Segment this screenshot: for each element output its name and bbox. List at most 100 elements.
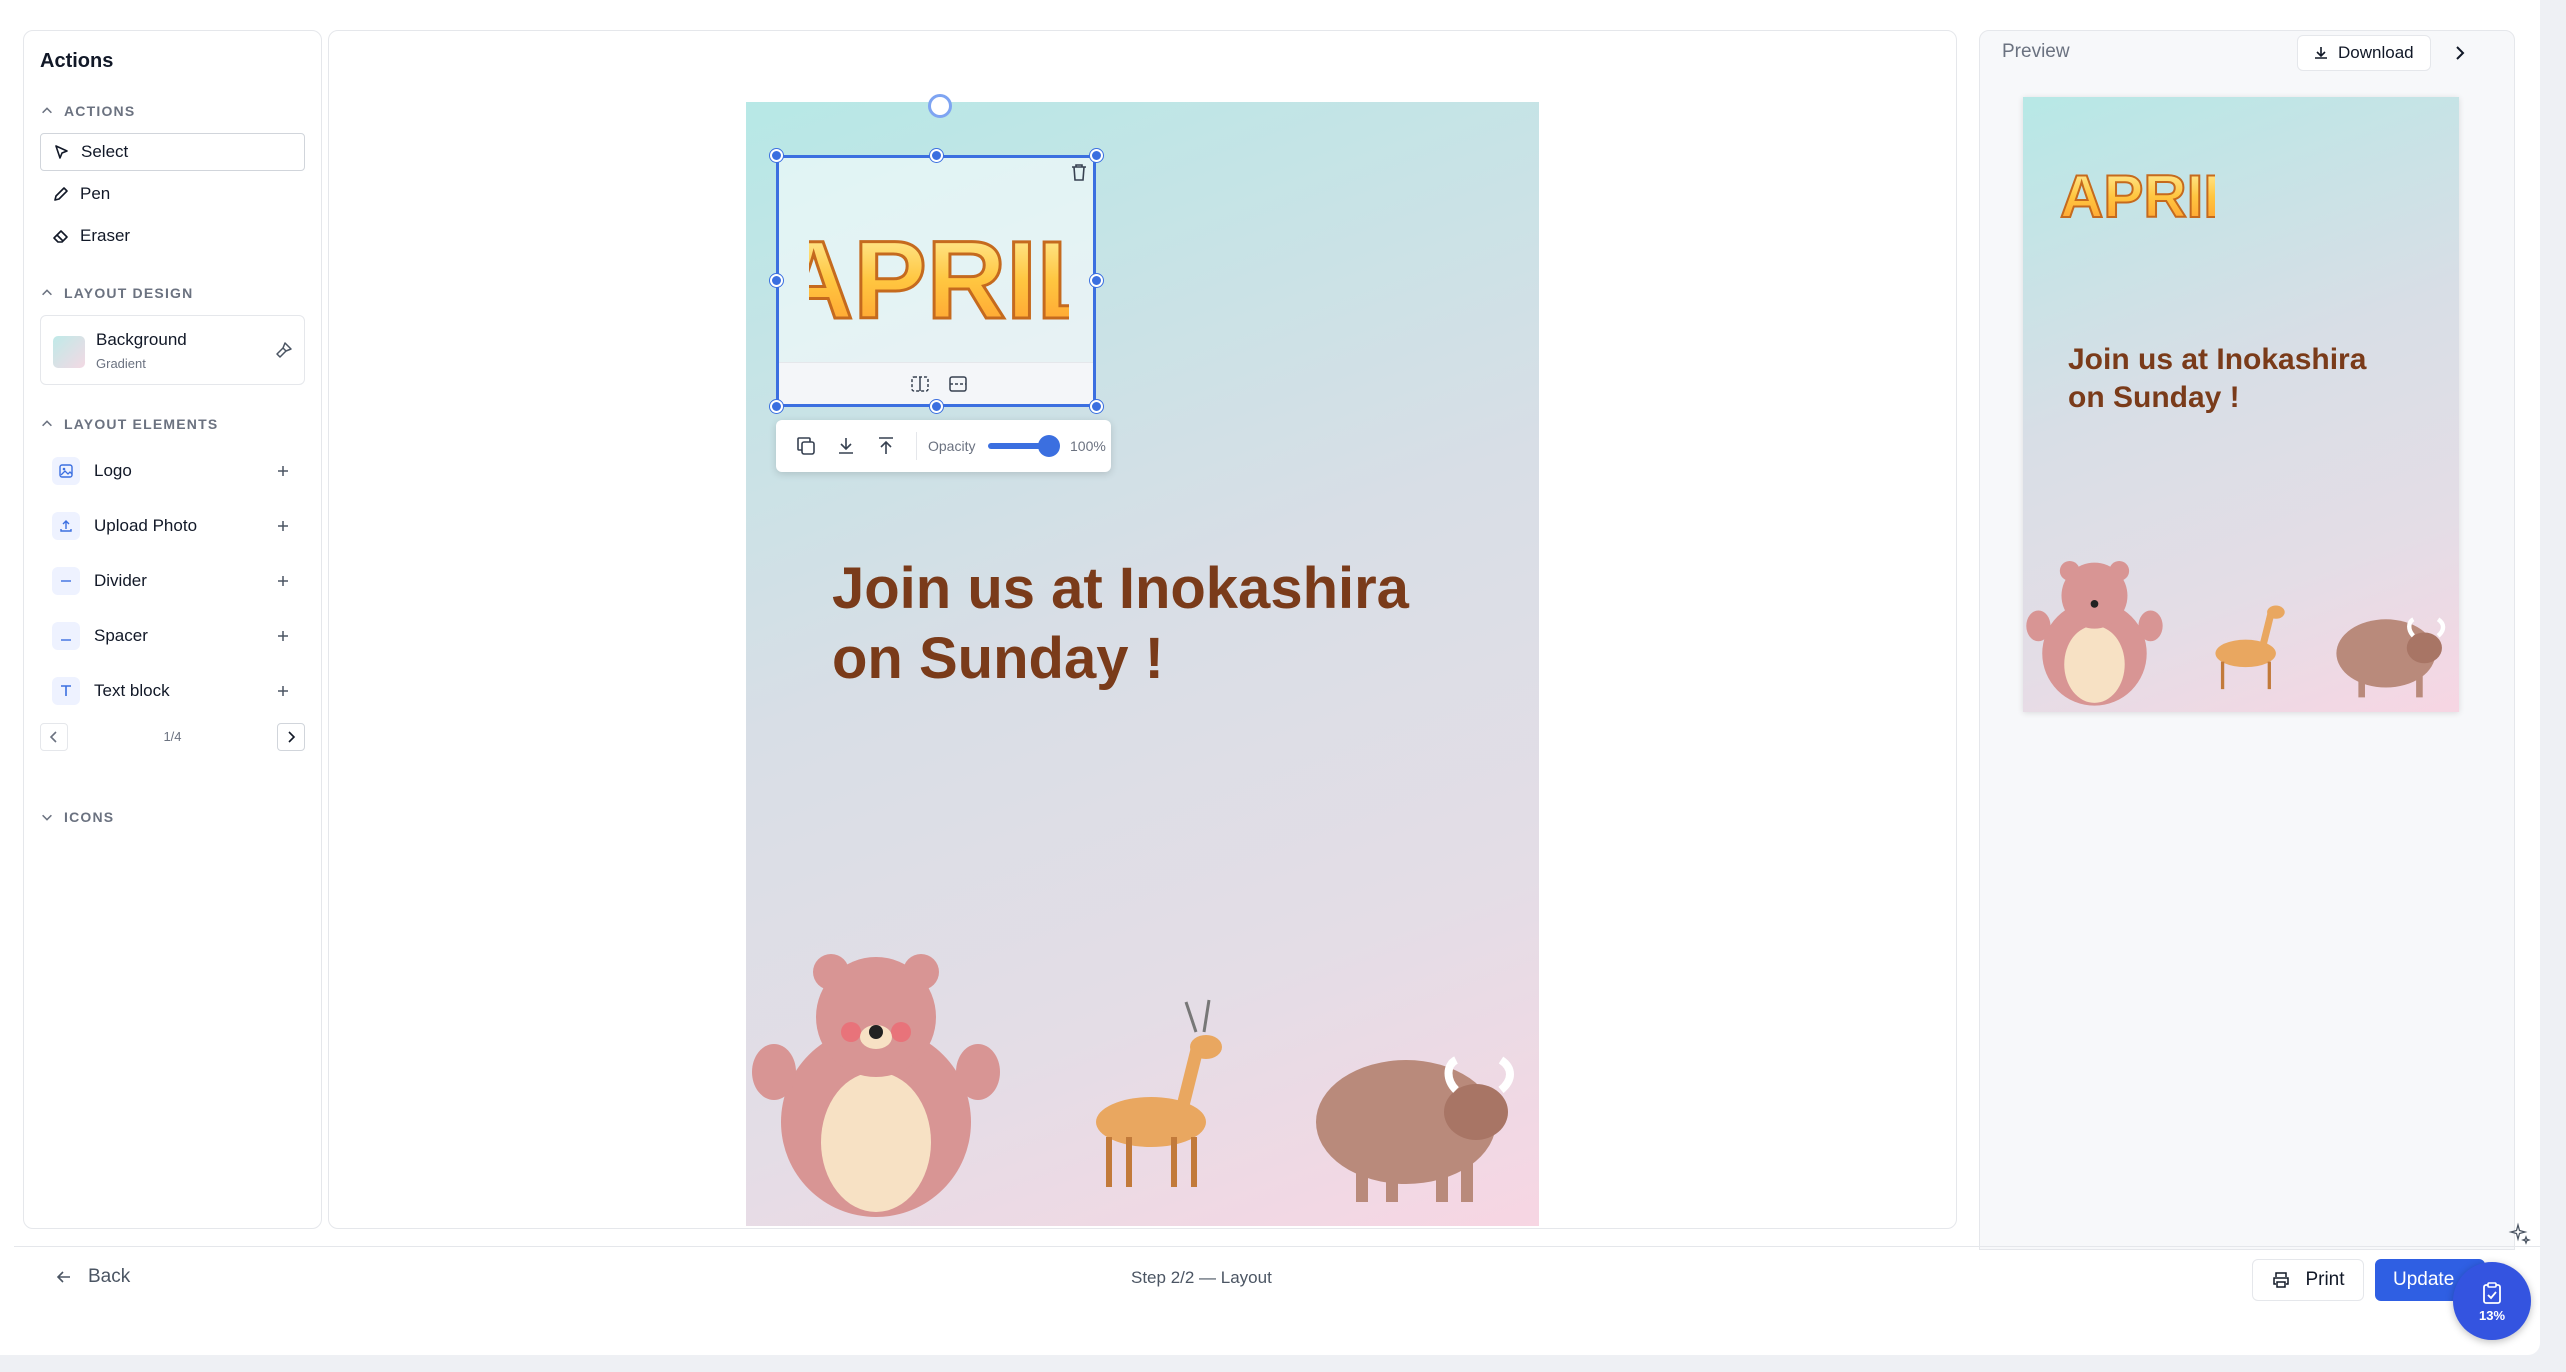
element-strip: [779, 362, 1093, 404]
pen-tool[interactable]: Pen: [40, 175, 305, 213]
plus-icon: [278, 631, 288, 641]
poster-headline[interactable]: Join us at Inokashira on Sunday !: [832, 554, 1452, 694]
paint-brush-icon[interactable]: [274, 340, 294, 360]
background-setting[interactable]: Background Gradient: [40, 315, 305, 385]
resize-handle-top-right[interactable]: [1090, 149, 1103, 162]
spacer-icon: [52, 622, 80, 650]
tool-label: Eraser: [80, 226, 131, 245]
background-subtitle: Gradient: [96, 356, 146, 371]
bring-to-front-icon[interactable]: [874, 434, 898, 458]
add-upload-photo-button[interactable]: [271, 514, 295, 538]
fit-height-icon[interactable]: [947, 373, 969, 395]
element-text-block[interactable]: Text block: [40, 671, 305, 711]
chevron-right-icon[interactable]: [2448, 41, 2472, 65]
back-label: Back: [88, 1266, 131, 1287]
divider-icon: [52, 567, 80, 595]
download-icon[interactable]: [834, 434, 858, 458]
element-label: Text block: [94, 681, 170, 700]
add-logo-button[interactable]: [271, 459, 295, 483]
headline-line-2: on Sunday !: [832, 626, 1164, 691]
element-label: Spacer: [94, 626, 148, 645]
add-divider-button[interactable]: [271, 569, 295, 593]
toolbar-divider: [916, 432, 917, 460]
progress-fab[interactable]: 13%: [2453, 1262, 2531, 1340]
download-label: Download: [2338, 43, 2414, 62]
page-indicator: 1/4: [163, 729, 182, 744]
resize-handle-top-left[interactable]: [770, 149, 783, 162]
upload-icon: [52, 512, 80, 540]
element-label: Upload Photo: [94, 516, 198, 535]
selected-logo-element[interactable]: APRIL: [776, 155, 1096, 407]
element-spacer[interactable]: Spacer: [40, 616, 305, 656]
print-label: Print: [2305, 1269, 2345, 1290]
pen-icon: [54, 187, 68, 201]
download-icon: [2315, 47, 2327, 59]
tool-label: Pen: [80, 184, 111, 203]
yak-illustration: [1316, 1056, 1514, 1202]
preview-animal-illustrations: [2026, 561, 2446, 706]
plus-icon: [278, 686, 288, 696]
clipboard-check-icon: [2483, 1281, 2501, 1304]
select-tool[interactable]: Select: [40, 133, 305, 171]
app-window: Actions ACTIONS Select Pen Eraser LAYOUT…: [0, 0, 2540, 1355]
step-indicator: Step 2/2 — Layout: [1131, 1268, 1272, 1287]
animal-illustrations[interactable]: [746, 922, 1539, 1226]
element-logo[interactable]: Logo: [40, 451, 305, 491]
download-button[interactable]: Download: [2297, 35, 2431, 71]
resize-handle-right[interactable]: [1090, 274, 1103, 287]
plus-icon: [278, 576, 288, 586]
plus-icon: [278, 466, 288, 476]
preview-logo-word: APRIL: [2060, 163, 2215, 230]
resize-handle-bottom-left[interactable]: [770, 400, 783, 413]
add-spacer-button[interactable]: [271, 624, 295, 648]
element-divider[interactable]: Divider: [40, 561, 305, 601]
layout-elements-section-header[interactable]: LAYOUT ELEMENTS: [40, 416, 218, 432]
deer-illustration: [1096, 999, 1222, 1187]
eraser-tool[interactable]: Eraser: [40, 217, 305, 255]
update-label: Update: [2393, 1269, 2455, 1290]
headline-line-1: Join us at Inokashira: [832, 556, 1409, 621]
preview-title: Preview: [2002, 41, 2070, 62]
resize-handle-left[interactable]: [770, 274, 783, 287]
sidebar-title: Actions: [40, 50, 114, 72]
preview-poster: APRIL Join us at Inokashira on Sunday !: [2023, 97, 2459, 712]
resize-handle-top[interactable]: [930, 149, 943, 162]
opacity-value: 100%: [1070, 438, 1106, 454]
opacity-slider-thumb[interactable]: [1038, 435, 1060, 457]
sparkle-icon[interactable]: [2508, 1222, 2532, 1246]
arrow-left-icon: [56, 1271, 70, 1283]
layout-design-section-header[interactable]: LAYOUT DESIGN: [40, 285, 193, 301]
icons-section-header[interactable]: ICONS: [40, 809, 114, 825]
section-label: ICONS: [64, 809, 115, 825]
print-button[interactable]: Print: [2252, 1259, 2364, 1301]
duplicate-icon[interactable]: [794, 434, 818, 458]
rotate-handle[interactable]: [928, 94, 952, 118]
actions-section-header[interactable]: ACTIONS: [40, 103, 135, 119]
chevron-down-icon: [42, 814, 52, 821]
resize-handle-bottom-right[interactable]: [1090, 400, 1103, 413]
element-upload-photo[interactable]: Upload Photo: [40, 506, 305, 546]
section-label: ACTIONS: [64, 103, 136, 119]
tool-label: Select: [81, 142, 129, 161]
elements-pager: 1/4: [40, 723, 305, 751]
preview-april-logo: APRIL: [2059, 162, 2215, 231]
april-logo: APRIL: [809, 218, 1069, 338]
eraser-icon: [53, 230, 68, 243]
add-text-block-button[interactable]: [271, 679, 295, 703]
element-toolbar: Opacity 100%: [776, 420, 1111, 472]
trash-icon[interactable]: [1068, 161, 1090, 183]
footer-divider: [14, 1246, 2540, 1247]
background-swatch[interactable]: [53, 336, 85, 368]
element-label: Logo: [94, 461, 132, 480]
image-icon: [52, 457, 80, 485]
resize-handle-bottom[interactable]: [930, 400, 943, 413]
logo-word: APRIL: [809, 219, 1069, 338]
back-button[interactable]: Back: [54, 1266, 130, 1288]
fit-width-icon[interactable]: [909, 373, 931, 395]
next-page-button[interactable]: [277, 723, 305, 751]
preview-headline-line-1: Join us at Inokashira: [2068, 343, 2367, 376]
printer-icon: [2273, 1272, 2290, 1288]
preview-headline: Join us at Inokashira on Sunday !: [2068, 341, 2428, 417]
actions-sidebar: Actions ACTIONS Select Pen Eraser LAYOUT…: [23, 30, 322, 1229]
progress-value: 13%: [2478, 1307, 2506, 1323]
